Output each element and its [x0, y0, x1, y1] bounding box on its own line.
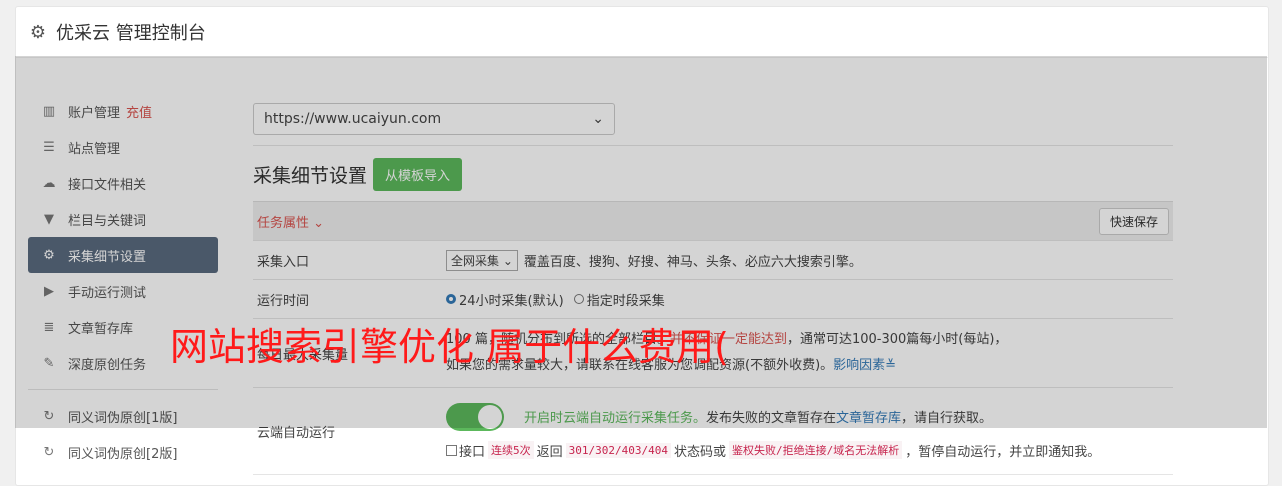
sidebar-item-label: 账户管理	[68, 105, 121, 121]
row-label: 云端自动运行	[257, 425, 336, 441]
row-label: 采集入口	[257, 254, 310, 270]
page-title: 优采云 管理控制台	[56, 23, 206, 44]
edit-icon: ✎	[43, 355, 55, 371]
iface-text: 返回	[536, 444, 563, 460]
entry-desc: 覆盖百度、搜狗、好搜、神马、头条、必应六大搜索引擎。	[523, 254, 862, 270]
task-props-toggle[interactable]: 任务属性 ⌄	[257, 212, 324, 231]
filter-icon: ▼	[44, 211, 54, 227]
sidebar-item-label: 文章暂存库	[68, 321, 134, 337]
main-panel: https://www.ucaiyun.com ⌄ 采集细节设置 从模板导入 任…	[253, 103, 1173, 475]
play-circle-icon: ▶	[44, 283, 54, 299]
cloud-auto-toggle[interactable]	[446, 402, 504, 431]
quick-save-button[interactable]: 快速保存	[1098, 207, 1169, 235]
sidebar-divider	[28, 389, 218, 390]
sidebar-item-label: 手动运行测试	[68, 285, 147, 301]
console-card: ⚙ 优采云 管理控制台 ▥ 账户管理 充值 ☰ 站点管理 ☁ 接口文件相关 ▼ …	[15, 6, 1269, 486]
sidebar-item-interface-files[interactable]: ☁ 接口文件相关	[28, 165, 218, 201]
interface-checkbox[interactable]	[446, 444, 457, 456]
sidebar-item-columns-keywords[interactable]: ▼ 栏目与关键词	[28, 201, 218, 237]
sidebar-item-label: 同义词伪原创[2版]	[68, 446, 178, 462]
table-header: 任务属性 ⌄ 快速保存	[253, 202, 1173, 241]
iface-code: 鉴权失败/拒绝连接/域名无法解析	[729, 441, 903, 459]
iface-text: 状态码或	[674, 444, 727, 460]
cloud-desc2: ，请自行获取。	[901, 411, 993, 426]
entry-select[interactable]: 全网采集 ⌄	[446, 249, 518, 271]
iface-code: 连续5次	[488, 441, 534, 459]
refresh-icon: ↻	[43, 408, 55, 424]
sidebar-item-label: 深度原创任务	[68, 357, 147, 373]
sidebar-item-label: 采集细节设置	[68, 249, 147, 265]
radio-scheduled[interactable]: 指定时段采集	[573, 290, 665, 309]
row-label: 运行时间	[257, 293, 310, 309]
gear-icon: ⚙	[29, 21, 47, 43]
section-header: 采集细节设置 从模板导入	[253, 158, 1173, 191]
import-template-button[interactable]: 从模板导入	[373, 158, 463, 191]
table-row: 运行时间 24小时采集(默认) 指定时段采集	[253, 280, 1173, 319]
radio-24h[interactable]: 24小时采集(默认)	[446, 290, 564, 309]
content-area: ▥ 账户管理 充值 ☰ 站点管理 ☁ 接口文件相关 ▼ 栏目与关键词 ⚙ 采集细…	[16, 57, 1268, 485]
table-row: 采集入口 全网采集 ⌄ 覆盖百度、搜狗、好搜、神马、头条、必应六大搜索引擎。	[253, 241, 1173, 280]
server-icon: ☰	[43, 139, 55, 155]
database-icon: ≣	[43, 319, 55, 335]
table-row: 云端自动运行 开启时云端自动运行采集任务。 发布失败的文章暂存在 文章暂存库 ，…	[253, 388, 1173, 475]
sidebar: ▥ 账户管理 充值 ☰ 站点管理 ☁ 接口文件相关 ▼ 栏目与关键词 ⚙ 采集细…	[28, 93, 218, 470]
cloud-desc: 发布失败的文章暂存在	[706, 411, 837, 426]
sidebar-item-label: 接口文件相关	[68, 177, 147, 193]
sidebar-item-synonym-v2[interactable]: ↻ 同义词伪原创[2版]	[28, 434, 218, 470]
recharge-link[interactable]: 充值	[126, 102, 152, 121]
divider	[253, 145, 1173, 146]
site-select-value: https://www.ucaiyun.com	[264, 111, 442, 127]
sidebar-item-label: 站点管理	[68, 141, 121, 157]
sidebar-item-synonym-v1[interactable]: ↻ 同义词伪原创[1版]	[28, 398, 218, 434]
overlay-caption: 网站搜索引擎优化 属于什么费用(	[170, 325, 729, 369]
section-title: 采集细节设置	[253, 165, 368, 187]
bar-chart-icon: ▥	[42, 103, 56, 119]
refresh-icon: ↻	[43, 444, 55, 460]
cloud-download-icon: ☁	[42, 175, 56, 191]
iface-text: ，暂停自动运行，并立即通知我。	[905, 444, 1101, 460]
iface-code: 301/302/403/404	[565, 442, 671, 458]
factors-link[interactable]: 影响因素≚	[833, 353, 896, 379]
sidebar-item-collect-settings[interactable]: ⚙ 采集细节设置	[28, 237, 218, 273]
cogs-icon: ⚙	[43, 247, 55, 263]
cloud-desc-green: 开启时云端自动运行采集任务。	[524, 411, 707, 426]
site-select[interactable]: https://www.ucaiyun.com ⌄	[253, 103, 615, 135]
sidebar-item-sites[interactable]: ☰ 站点管理	[28, 129, 218, 165]
sidebar-item-manual-run[interactable]: ▶ 手动运行测试	[28, 273, 218, 309]
sidebar-item-label: 同义词伪原创[1版]	[68, 410, 178, 426]
header-bar: ⚙ 优采云 管理控制台	[16, 7, 1268, 58]
iface-text: 接口	[459, 444, 486, 460]
chevron-down-icon: ⌄	[592, 111, 604, 127]
quota-text2: ，通常可达100-300篇每小时(每站)，	[786, 332, 1008, 347]
sidebar-item-label: 栏目与关键词	[68, 213, 147, 229]
article-store-link[interactable]: 文章暂存库	[836, 407, 901, 426]
sidebar-item-account[interactable]: ▥ 账户管理 充值	[28, 93, 218, 129]
